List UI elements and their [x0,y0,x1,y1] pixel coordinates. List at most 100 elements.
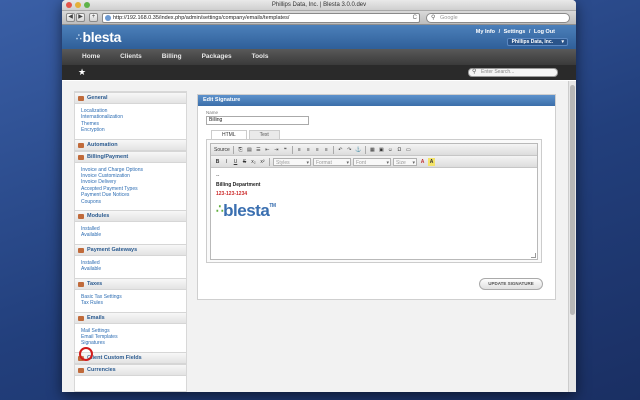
forward-button[interactable]: ▶ [76,13,85,22]
browser-search-field[interactable]: ⚲ Google [426,13,570,23]
currencies-section-icon [78,367,84,373]
nav-home[interactable]: Home [82,49,100,65]
reload-icon[interactable]: C [413,14,417,22]
signature-department: Billing Department [216,182,261,188]
section-title: Currencies [87,366,116,373]
align-center-icon[interactable]: ≡ [305,146,312,154]
taxes-section-icon [78,281,84,287]
sidebar-section-currencies[interactable]: Currencies [75,363,186,376]
link-separator: / [528,29,531,35]
page-scrollbar[interactable] [568,81,576,392]
site-search-input[interactable]: ⚲ Enter Search... [468,68,558,77]
star-icon[interactable]: ★ [78,67,86,78]
subscript-button[interactable]: x₂ [250,158,257,166]
editor-tabs: HTML Text [206,130,547,139]
back-button[interactable]: ◀ [66,13,75,22]
sidebar-link-gateways-available[interactable]: Available [81,266,186,272]
italic-button[interactable]: I [223,158,230,166]
smiley-icon[interactable]: ☺ [387,146,394,154]
nav-billing[interactable]: Billing [162,49,182,65]
chevron-down-icon: ▾ [561,39,564,45]
align-left-icon[interactable]: ≡ [296,146,303,154]
numbered-list-icon[interactable]: ▤ [246,146,253,154]
signature-dashes: -- [216,173,220,179]
nav-packages[interactable]: Packages [202,49,232,65]
click-indicator-icon [79,347,93,361]
size-label: Size [396,159,406,166]
text-color-button[interactable]: A [419,158,426,166]
outdent-icon[interactable]: ⇤ [264,146,271,154]
globe-icon [105,15,111,21]
gateways-section-icon [78,247,84,253]
scrollbar-thumb[interactable] [570,85,575,315]
company-selector[interactable]: Phillips Data, Inc. ▾ [506,38,568,46]
bold-button[interactable]: B [214,158,221,166]
tab-html[interactable]: HTML [211,130,247,139]
general-section-icon [78,96,84,101]
undo-icon[interactable]: ↶ [337,146,344,154]
sidebar-link-signatures[interactable]: Signatures [81,340,186,346]
name-field[interactable]: Billing [206,116,309,125]
browser-toolbar: ◀ ▶ + http://192.168.0.35/index.php/admi… [62,11,576,25]
toolbar-separator [291,145,293,154]
format-select[interactable]: Format ▾ [313,157,351,166]
page-content: General Localization Internationalizatio… [62,81,568,392]
section-title: Taxes [87,280,103,287]
add-bookmark-button[interactable]: + [89,13,98,22]
blockquote-icon[interactable]: ❝ [282,146,289,154]
sidebar-section-emails[interactable]: Emails [75,311,186,324]
signature-logo-text: blesta [223,201,270,220]
edit-signature-panel: Edit Signature Name Billing HTML Text So… [197,94,556,300]
resize-handle-icon[interactable] [531,253,536,258]
table-icon[interactable]: ▦ [369,146,376,154]
settings-link[interactable]: Settings [504,29,526,35]
log-out-link[interactable]: Log Out [534,29,555,35]
rich-text-editor: Source ⎘ ▤ ☰ ⇤ ⇥ ❝ ≡ ≡ ≡ ≡ ↶ ↷ ⚓ ▦ ▣ ☺ Ω… [210,143,538,260]
justify-icon[interactable]: ≡ [323,146,330,154]
company-name: Phillips Data, Inc. [511,39,553,45]
my-info-link[interactable]: My Info [476,29,495,35]
sidebar-section-automation[interactable]: Automation [75,138,186,151]
address-bar[interactable]: http://192.168.0.35/index.php/admin/sett… [102,13,420,23]
special-char-icon[interactable]: Ω [396,146,403,154]
sidebar-section-modules[interactable]: Modules [75,210,186,223]
section-title: Billing/Payment [87,153,129,160]
sidebar-section-taxes[interactable]: Taxes [75,277,186,290]
strikethrough-button[interactable]: S [241,158,248,166]
background-color-button[interactable]: A [428,157,435,166]
sidebar-section-general[interactable]: General [75,92,186,104]
underline-button[interactable]: U [232,158,239,166]
align-right-icon[interactable]: ≡ [314,146,321,154]
nav-clients[interactable]: Clients [120,49,142,65]
redo-icon[interactable]: ↷ [346,146,353,154]
sidebar-link-modules-available[interactable]: Available [81,232,186,238]
sidebar-section-payment-gateways[interactable]: Payment Gateways [75,243,186,256]
size-select[interactable]: Size ▾ [393,157,417,166]
superscript-button[interactable]: x² [259,158,266,166]
image-icon[interactable]: ▣ [378,146,385,154]
indent-icon[interactable]: ⇥ [273,146,280,154]
chevron-down-icon: ▾ [412,159,415,166]
main-navigation: Home Clients Billing Packages Tools [62,49,576,65]
editor-content[interactable]: -- Billing Department 123-123-1234 ∴bles… [211,168,537,226]
copy-icon[interactable]: ⎘ [237,146,244,154]
blesta-logo[interactable]: ∴blesta [76,29,121,45]
toolbar-separator [364,145,366,154]
editor-container: Source ⎘ ▤ ☰ ⇤ ⇥ ❝ ≡ ≡ ≡ ≡ ↶ ↷ ⚓ ▦ ▣ ☺ Ω… [206,139,542,263]
nav-tools[interactable]: Tools [252,49,269,65]
section-links: Basic Tax Settings Tax Rules [75,290,186,312]
editor-toolbar-row-2: B I U S x₂ x² Styles ▾ Format ▾ Font ▾ Size… [211,156,537,168]
styles-select[interactable]: Styles ▾ [273,157,311,166]
sidebar-link-encryption[interactable]: Encryption [81,127,186,133]
tab-text[interactable]: Text [248,130,280,139]
sidebar-section-billing-payment[interactable]: Billing/Payment [75,150,186,163]
source-button[interactable]: Source [214,146,230,154]
sidebar-link-coupons[interactable]: Coupons [81,199,186,205]
horizontal-rule-icon[interactable]: ▭ [405,146,412,154]
anchor-icon[interactable]: ⚓ [355,146,362,154]
bulleted-list-icon[interactable]: ☰ [255,146,262,154]
font-select[interactable]: Font ▾ [353,157,391,166]
update-signature-button[interactable]: UPDATE SIGNATURE [479,278,543,290]
sidebar-link-tax-rules[interactable]: Tax Rules [81,300,186,306]
toolbar-separator [232,145,234,154]
